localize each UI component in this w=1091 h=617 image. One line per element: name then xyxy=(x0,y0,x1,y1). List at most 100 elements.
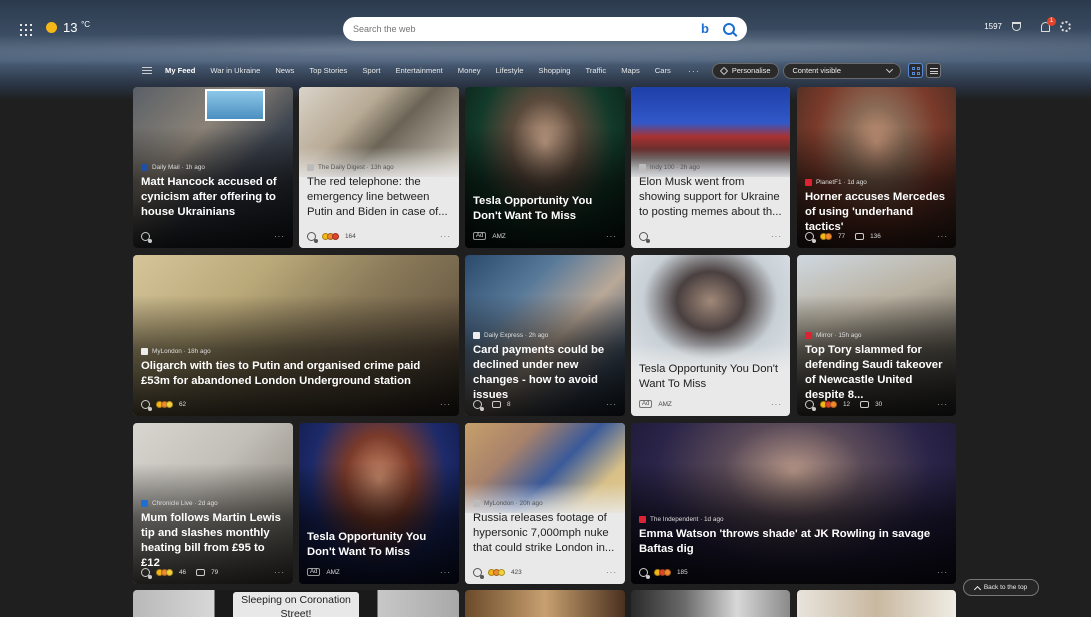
tab-money[interactable]: Money xyxy=(458,66,481,75)
more-options-icon[interactable]: ··· xyxy=(937,400,948,409)
reaction-add-icon[interactable] xyxy=(805,231,816,243)
tab-entertainment[interactable]: Entertainment xyxy=(395,66,442,75)
gear-icon[interactable] xyxy=(1060,21,1071,32)
more-options-icon[interactable]: ··· xyxy=(274,232,285,241)
card-headline[interactable]: Tesla Opportunity You Don't Want To Miss xyxy=(473,194,617,224)
news-card[interactable]: Daily Mail · 1h ago Matt Hancock accused… xyxy=(133,87,293,248)
more-options-icon[interactable]: ··· xyxy=(606,232,617,241)
reaction-add-icon[interactable] xyxy=(805,399,816,411)
rewards-points[interactable]: 1597 xyxy=(984,22,1002,31)
news-card[interactable]: Mirror · 15h ago Top Tory slammed for de… xyxy=(797,255,956,416)
reaction-count: 423 xyxy=(511,568,522,576)
reaction-add-icon[interactable] xyxy=(473,567,484,579)
ad-badge: Ad xyxy=(473,232,487,240)
content-visibility-select[interactable]: Content visible xyxy=(783,62,902,79)
inset-image xyxy=(205,89,265,121)
reaction-add-icon[interactable] xyxy=(639,231,650,243)
tab-lifestyle[interactable]: Lifestyle xyxy=(496,66,524,75)
ad-card[interactable]: Tesla Opportunity You Don't Want To Miss… xyxy=(465,87,625,248)
search-icon[interactable] xyxy=(723,23,735,35)
personalise-button[interactable]: Personalise xyxy=(711,62,780,79)
reaction-add-icon[interactable] xyxy=(639,567,650,579)
tab-maps[interactable]: Maps xyxy=(621,66,640,75)
trophy-icon[interactable] xyxy=(1012,22,1021,31)
news-card[interactable]: MyLondon · 18h ago Oligarch with ties to… xyxy=(133,255,459,416)
card-headline[interactable]: Horner accuses Mercedes of using 'underh… xyxy=(805,190,948,235)
news-card[interactable]: MyLondon · 20h ago Russia releases foota… xyxy=(465,423,625,584)
sun-icon xyxy=(46,22,57,33)
back-to-top-button[interactable]: Back to the top xyxy=(963,579,1039,596)
search-input[interactable] xyxy=(353,24,701,34)
reaction-add-icon[interactable] xyxy=(473,399,484,411)
comment-count: 30 xyxy=(875,400,883,408)
reaction-count: 77 xyxy=(838,232,846,240)
card-headline[interactable]: Oligarch with ties to Putin and organise… xyxy=(141,359,451,389)
reaction-add-icon[interactable] xyxy=(307,231,318,243)
news-card[interactable] xyxy=(797,590,956,617)
tab-news[interactable]: News xyxy=(275,66,294,75)
card-headline[interactable]: Elon Musk went from showing support for … xyxy=(639,175,782,220)
card-headline[interactable]: Mum follows Martin Lewis tip and slashes… xyxy=(141,511,285,571)
card-headline[interactable]: Card payments could be declined under ne… xyxy=(473,343,617,403)
tab-war-in-ukraine[interactable]: War in Ukraine xyxy=(210,66,260,75)
hamburger-menu-icon[interactable] xyxy=(142,67,152,74)
more-options-icon[interactable]: ··· xyxy=(440,400,451,409)
grid-view-button[interactable] xyxy=(908,63,924,78)
more-options-icon[interactable]: ··· xyxy=(937,232,948,241)
reaction-add-icon[interactable] xyxy=(141,231,152,243)
ad-card[interactable]: Tesla Opportunity You Don't Want To Miss… xyxy=(299,423,459,584)
more-icon[interactable]: ··· xyxy=(688,66,700,76)
news-card[interactable]: Indy 100 · 2h ago Elon Musk went from sh… xyxy=(631,87,790,248)
temperature: 13 °C xyxy=(63,20,91,35)
image-caption: Sleeping on Coronation Street! xyxy=(233,592,359,617)
reaction-add-icon[interactable] xyxy=(141,567,152,579)
tab-cars[interactable]: Cars xyxy=(655,66,671,75)
card-headline[interactable]: Russia releases footage of hypersonic 7,… xyxy=(473,511,617,556)
bell-icon[interactable]: 1 xyxy=(1041,16,1056,32)
reaction-count: 46 xyxy=(179,568,187,576)
reaction-count: 185 xyxy=(677,568,688,576)
comment-icon[interactable] xyxy=(855,232,865,240)
more-options-icon[interactable]: ··· xyxy=(606,400,617,409)
news-card[interactable]: The Independent · 1d ago Emma Watson 'th… xyxy=(631,423,956,584)
news-card[interactable] xyxy=(631,590,790,617)
card-headline[interactable]: Tesla Opportunity You Don't Want To Miss xyxy=(307,530,451,560)
weather-widget[interactable]: 13 °C xyxy=(46,20,90,35)
more-options-icon[interactable]: ··· xyxy=(937,568,948,577)
more-options-icon[interactable]: ··· xyxy=(771,232,782,241)
card-headline[interactable]: Matt Hancock accused of cynicism after o… xyxy=(141,175,285,220)
reactions-icon xyxy=(322,232,339,240)
more-options-icon[interactable]: ··· xyxy=(606,568,617,577)
card-image xyxy=(631,590,790,617)
tab-sport[interactable]: Sport xyxy=(362,66,380,75)
more-options-icon[interactable]: ··· xyxy=(771,400,782,409)
reactions-icon xyxy=(654,568,671,576)
tab-my-feed[interactable]: My Feed xyxy=(165,66,195,75)
news-card[interactable] xyxy=(465,590,625,617)
reaction-add-icon[interactable] xyxy=(141,399,152,411)
news-card[interactable]: Daily Express · 2h ago Card payments cou… xyxy=(465,255,625,416)
search-bar[interactable]: b xyxy=(343,17,747,41)
card-source: The Independent · 1d ago xyxy=(650,516,724,523)
comment-icon[interactable] xyxy=(860,400,870,408)
news-card[interactable]: Chronicle Live · 2d ago Mum follows Mart… xyxy=(133,423,293,584)
comment-icon[interactable] xyxy=(492,400,501,408)
more-options-icon[interactable]: ··· xyxy=(440,232,451,241)
card-headline[interactable]: Top Tory slammed for defending Saudi tak… xyxy=(805,343,948,403)
bing-icon[interactable]: b xyxy=(701,22,711,36)
news-card[interactable]: PlanetF1 · 1d ago Horner accuses Mercede… xyxy=(797,87,956,248)
tab-shopping[interactable]: Shopping xyxy=(538,66,570,75)
tab-top-stories[interactable]: Top Stories xyxy=(309,66,347,75)
more-options-icon[interactable]: ··· xyxy=(440,568,451,577)
more-options-icon[interactable]: ··· xyxy=(274,568,285,577)
ad-card[interactable]: Tesla Opportunity You Don't Want To Miss… xyxy=(631,255,790,416)
card-source: Indy 100 · 2h ago xyxy=(650,164,700,171)
card-headline[interactable]: Emma Watson 'throws shade' at JK Rowling… xyxy=(639,527,948,557)
tab-traffic[interactable]: Traffic xyxy=(586,66,607,75)
card-headline[interactable]: The red telephone: the emergency line be… xyxy=(307,175,451,220)
news-card[interactable]: The Daily Digest · 13h ago The red telep… xyxy=(299,87,459,248)
card-headline[interactable]: Tesla Opportunity You Don't Want To Miss xyxy=(639,362,782,392)
list-view-button[interactable] xyxy=(926,63,942,78)
comment-icon[interactable] xyxy=(196,568,206,576)
apps-grid-icon[interactable] xyxy=(20,24,32,36)
